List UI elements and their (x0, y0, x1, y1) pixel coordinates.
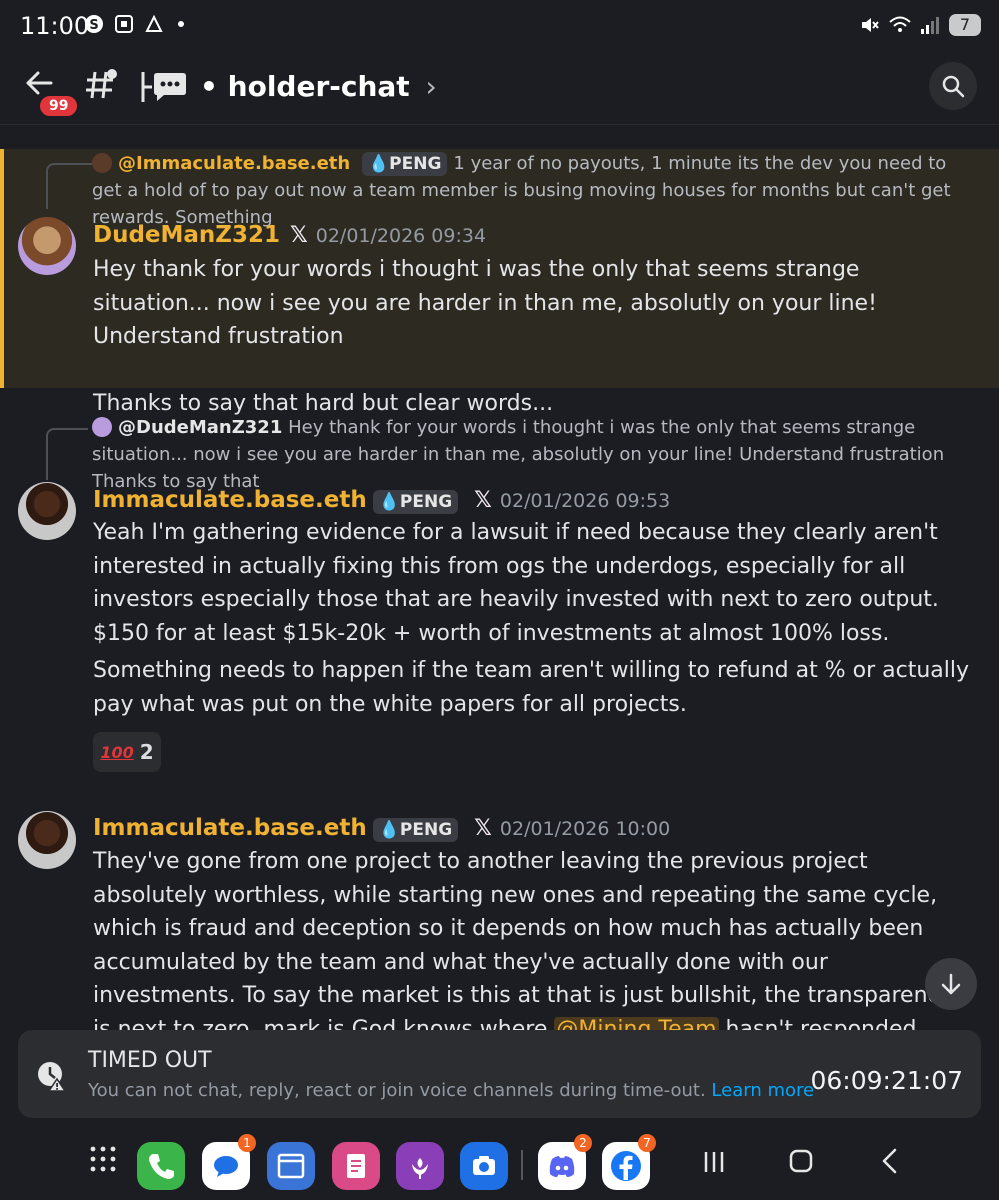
reply-avatar (92, 417, 112, 437)
battery-indicator: 7 (949, 14, 981, 36)
timestamp: 02/01/2026 09:53 (499, 490, 671, 512)
svg-text:S: S (89, 18, 98, 33)
message-header: Immaculate.base.eth 💧PENG 𝕏 02/01/2026 09:5… (93, 485, 670, 516)
reaction-count: 2 (139, 740, 154, 764)
timeout-banner: TIMED OUT You can not chat, reply, react… (18, 1030, 981, 1118)
home-button[interactable] (788, 1148, 814, 1181)
message-paragraph: Yeah I'm gathering evidence for a lawsui… (93, 520, 939, 646)
author-name[interactable]: DudeManZ321 (93, 222, 280, 248)
back-button[interactable] (880, 1148, 900, 1181)
discord-app-icon[interactable]: 2 (538, 1134, 592, 1190)
timestamp: 02/01/2026 10:00 (499, 818, 671, 840)
facebook-badge: 7 (638, 1134, 656, 1152)
message-body: Yeah I'm gathering evidence for a lawsui… (93, 516, 973, 721)
timeout-description: You can not chat, reply, react or join v… (88, 1080, 815, 1101)
reaction-100[interactable]: 100 2 (93, 732, 161, 772)
message-header: Immaculate.base.eth 💧PENG 𝕏 02/01/2026 10:0… (93, 813, 670, 844)
timeout-title: TIMED OUT (88, 1048, 212, 1073)
scroll-to-bottom-button[interactable] (925, 958, 977, 1010)
messages-app-icon[interactable]: 1 (202, 1134, 256, 1190)
camera-app-icon[interactable] (460, 1142, 508, 1190)
message-body: They've gone from one project to another… (93, 845, 973, 1030)
x-badge-icon: 𝕏 (474, 816, 492, 841)
timeout-clock-icon (38, 1062, 67, 1092)
discord-badge: 2 (574, 1134, 592, 1152)
browser-app-icon[interactable] (267, 1142, 315, 1190)
message-body: Hey thank for your words i thought i was… (93, 253, 973, 420)
android-nav-bar: 1 2 7 (0, 1130, 999, 1200)
status-left-icons: S (84, 14, 184, 34)
signal-icon (919, 15, 939, 35)
search-icon (942, 75, 965, 98)
x-badge-icon: 𝕏 (474, 488, 492, 513)
message[interactable]: @DudeManZ321 Hey thank for your words i … (0, 414, 999, 789)
wifi-icon (889, 15, 911, 35)
channel-hash-icon (84, 68, 118, 111)
mute-icon (859, 15, 879, 35)
message-highlighted[interactable]: @Immaculate.base.eth 💧PENG 1 year of no p… (0, 149, 999, 416)
avatar[interactable] (18, 217, 76, 275)
channel-title[interactable]: • holder-chat › (200, 70, 437, 103)
recents-button[interactable] (702, 1148, 726, 1181)
app-drawer-icon[interactable] (88, 1144, 118, 1181)
peng-tag: 💧PENG (361, 152, 448, 176)
reply-username[interactable]: @Immaculate.base.eth (118, 153, 350, 174)
channel-name: • holder-chat (200, 70, 410, 103)
chevron-right-icon: › (425, 70, 437, 103)
search-button[interactable] (929, 62, 977, 110)
reply-connector (46, 163, 92, 209)
arrow-down-icon (941, 973, 961, 995)
status-right-icons: 7 (859, 14, 981, 36)
notification-dot (178, 21, 184, 27)
mention-mining-team[interactable]: @Mining Team (554, 1016, 719, 1030)
timeout-timer: 06:09:21:07 (810, 1066, 963, 1095)
status-bar: 11:00 S 7 (0, 0, 999, 52)
reply-preview[interactable]: @Immaculate.base.eth 💧PENG 1 year of no p… (92, 150, 972, 231)
reply-username[interactable]: @DudeManZ321 (118, 417, 282, 438)
gallery-app-icon[interactable] (396, 1142, 444, 1190)
facebook-app-icon[interactable]: 7 (602, 1134, 656, 1190)
messages-badge: 1 (238, 1134, 256, 1152)
author-name[interactable]: Immaculate.base.eth (93, 815, 367, 841)
avatar[interactable] (18, 811, 76, 869)
timestamp: 02/01/2026 09:34 (315, 225, 487, 247)
peng-tag: 💧PENG (372, 490, 459, 514)
reply-preview[interactable]: @DudeManZ321 Hey thank for your words i … (92, 414, 972, 495)
dock-divider (521, 1150, 523, 1180)
author-name[interactable]: Immaculate.base.eth (93, 487, 367, 513)
skype-icon: S (84, 14, 104, 34)
message[interactable]: Immaculate.base.eth 💧PENG 𝕏 02/01/2026 10:0… (0, 808, 999, 1030)
message-paragraph: Something needs to happen if the team ar… (93, 658, 969, 717)
thread-icon (140, 70, 188, 102)
screenshot-icon (114, 14, 134, 34)
message-paragraph: They've gone from one project to another… (93, 845, 973, 1030)
x-badge-icon: 𝕏 (290, 223, 308, 248)
peng-tag: 💧PENG (372, 818, 459, 842)
status-time: 11:00 (20, 12, 90, 40)
reply-avatar (92, 153, 112, 173)
learn-more-link[interactable]: Learn more (711, 1080, 814, 1101)
reply-connector (46, 428, 88, 480)
avatar[interactable] (18, 482, 76, 540)
message-header: DudeManZ321 𝕏 02/01/2026 09:34 (93, 220, 486, 251)
pdf-icon (144, 14, 164, 34)
message-paragraph: Hey thank for your words i thought i was… (93, 257, 877, 349)
hundred-points-icon: 100 (100, 742, 134, 762)
notes-app-icon[interactable] (332, 1142, 380, 1190)
unread-badge: 99 (38, 94, 80, 118)
phone-app-icon[interactable] (137, 1142, 185, 1190)
channel-header: 99 • holder-chat › (0, 52, 999, 125)
